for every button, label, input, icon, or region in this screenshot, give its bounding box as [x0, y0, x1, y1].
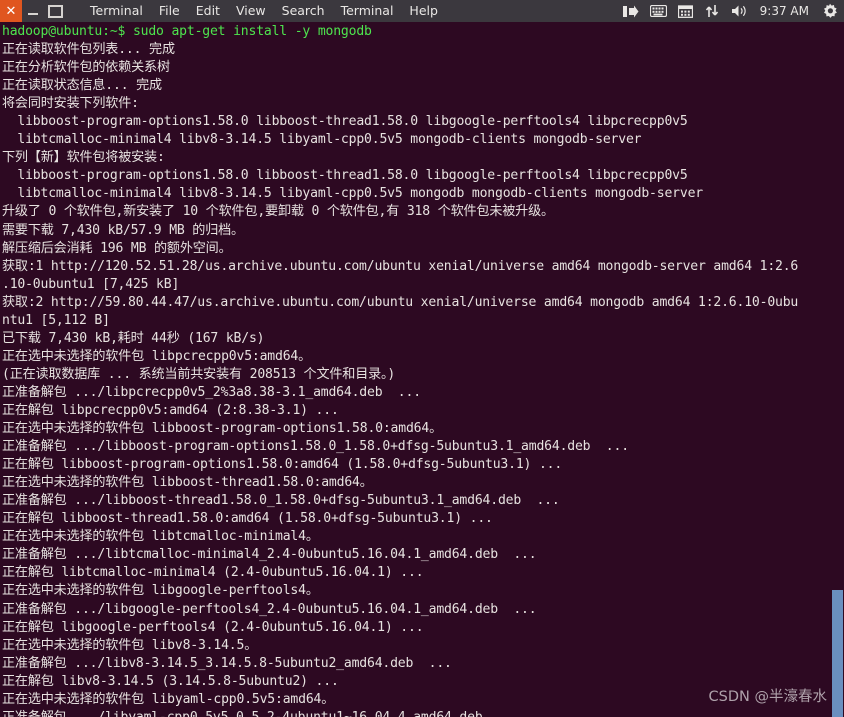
menu-search[interactable]: Search	[274, 1, 333, 21]
terminal-line: 需要下载 7,430 kB/57.9 MB 的归档。	[2, 222, 244, 238]
terminal-line: 正在解包 libgoogle-perftools4 (2.4-0ubuntu5.…	[2, 619, 424, 635]
terminal-line: (正在读取数据库 ... 系统当前共安装有 208513 个文件和目录。)	[2, 366, 396, 382]
terminal-line: 正在选中未选择的软件包 libv8-3.14.5。	[2, 637, 258, 653]
system-tray: 9:37 AM	[623, 0, 838, 22]
terminal-line: 下列【新】软件包将被安装:	[2, 150, 165, 166]
terminal-line: 正在选中未选择的软件包 libboost-program-options1.58…	[2, 421, 442, 437]
terminal-line: 正在解包 libpcrecpp0v5:amd64 (2:8.38-3.1) ..…	[2, 402, 339, 418]
terminal-line: 解压缩后会消耗 196 MB 的额外空间。	[2, 240, 232, 256]
terminal-line: 正准备解包 .../libpcrecpp0v5_2%3a8.38-3.1_amd…	[2, 384, 421, 400]
keyboard-icon[interactable]	[649, 3, 667, 20]
terminal-line: 正在解包 libboost-thread1.58.0:amd64 (1.58.0…	[2, 511, 493, 527]
gear-icon[interactable]	[821, 3, 838, 20]
terminal-line: libtcmalloc-minimal4 libv8-3.14.5 libyam…	[2, 186, 703, 202]
terminal-line: 正在选中未选择的软件包 libyaml-cpp0.5v5:amd64。	[2, 691, 335, 707]
minimize-icon	[28, 13, 38, 15]
terminal-screen[interactable]: hadoop@ubuntu:~$ sudo apt-get install -y…	[0, 22, 844, 717]
menu-bar: Terminal File Edit View Search Terminal …	[82, 1, 446, 21]
minimize-button[interactable]	[22, 0, 44, 22]
menu-file[interactable]: File	[151, 1, 188, 21]
close-button[interactable]: ✕	[0, 0, 22, 22]
terminal-line: 正在选中未选择的软件包 libpcrecpp0v5:amd64。	[2, 348, 312, 364]
terminal-line: 升级了 0 个软件包,新安装了 10 个软件包,要卸载 0 个软件包,有 318…	[2, 204, 554, 220]
terminal-prompt-line: hadoop@ubuntu:~$ sudo apt-get install -y…	[2, 24, 372, 39]
clock[interactable]: 9:37 AM	[758, 4, 811, 18]
terminal-window: ✕ Terminal File Edit View Search Termina…	[0, 0, 844, 717]
terminal-line: .10-0ubuntu1 [7,425 kB]	[2, 276, 180, 292]
messaging-icon[interactable]	[623, 3, 640, 20]
menu-help[interactable]: Help	[401, 1, 446, 21]
terminal-line: 正在读取状态信息... 完成	[2, 78, 162, 94]
scrollbar-thumb[interactable]	[832, 590, 843, 717]
close-icon: ✕	[5, 3, 17, 19]
terminal-line: 正在解包 libtcmalloc-minimal4 (2.4-0ubuntu5.…	[2, 565, 424, 581]
window-controls: ✕	[0, 0, 66, 22]
maximize-icon	[47, 4, 63, 18]
terminal-line: 正准备解包 .../libgoogle-perftools4_2.4-0ubun…	[2, 601, 537, 617]
menu-terminal-app[interactable]: Terminal	[82, 1, 151, 21]
terminal-line: 将会同时安装下列软件:	[2, 96, 139, 112]
terminal-line: 已下载 7,430 kB,耗时 44秒 (167 kB/s)	[2, 330, 265, 346]
window-titlebar: ✕ Terminal File Edit View Search Termina…	[0, 0, 844, 22]
volume-icon[interactable]	[731, 3, 748, 20]
terminal-line: 正在解包 libboost-program-options1.58.0:amd6…	[2, 457, 563, 473]
terminal-scrollbar[interactable]	[830, 22, 844, 717]
terminal-line: 获取:1 http://120.52.51.28/us.archive.ubun…	[2, 258, 799, 274]
terminal-line: libboost-program-options1.58.0 libboost-…	[2, 114, 688, 130]
network-icon[interactable]	[704, 3, 721, 20]
terminal-line: 正在分析软件包的依赖关系树	[2, 60, 170, 76]
terminal-output: hadoop@ubuntu:~$ sudo apt-get install -y…	[2, 22, 832, 717]
calendar-icon[interactable]	[677, 3, 694, 20]
terminal-line: 正在选中未选择的软件包 libtcmalloc-minimal4。	[2, 529, 319, 545]
terminal-line: 正在选中未选择的软件包 libgoogle-perftools4。	[2, 583, 319, 599]
terminal-line: 正准备解包 .../libv8-3.14.5_3.14.5.8-5ubuntu2…	[2, 655, 452, 671]
terminal-line: 正在选中未选择的软件包 libboost-thread1.58.0:amd64。	[2, 475, 373, 491]
terminal-line: 正准备解包 .../libtcmalloc-minimal4_2.4-0ubun…	[2, 547, 537, 563]
terminal-line: 正准备解包 .../libboost-thread1.58.0_1.58.0+d…	[2, 493, 560, 509]
menu-edit[interactable]: Edit	[188, 1, 228, 21]
terminal-line: 正在解包 libv8-3.14.5 (3.14.5.8-5ubuntu2) ..…	[2, 673, 339, 689]
menu-terminal[interactable]: Terminal	[333, 1, 402, 21]
terminal-line: 正准备解包 .../libyaml-cpp0.5v5_0.5.2-4ubuntu…	[2, 709, 832, 717]
csdn-watermark: CSDN @半濠春水	[708, 689, 827, 705]
terminal-line: ntu1 [5,112 B]	[2, 312, 110, 328]
menu-view[interactable]: View	[228, 1, 274, 21]
terminal-line: libtcmalloc-minimal4 libv8-3.14.5 libyam…	[2, 132, 642, 148]
terminal-line: 获取:2 http://59.80.44.47/us.archive.ubunt…	[2, 294, 799, 310]
terminal-line: libboost-program-options1.58.0 libboost-…	[2, 168, 688, 184]
terminal-line: 正在读取软件包列表... 完成	[2, 42, 175, 58]
maximize-button[interactable]	[44, 0, 66, 22]
terminal-line: 正准备解包 .../libboost-program-options1.58.0…	[2, 439, 629, 455]
